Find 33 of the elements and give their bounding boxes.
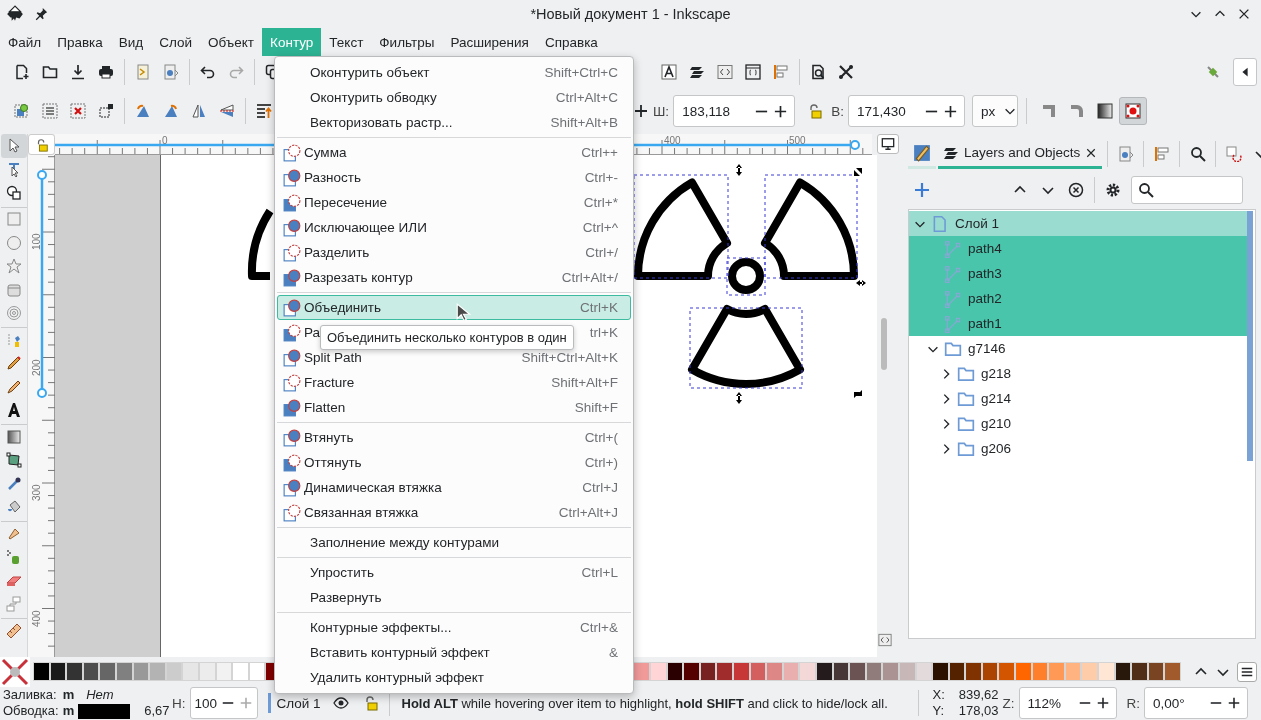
ruler-label: 400 (32, 610, 42, 627)
fill-marker: m (62, 687, 75, 703)
ruler-label: 500 (789, 136, 806, 146)
tree-item-label: path3 (968, 266, 1002, 281)
rotation-label: R: (1126, 695, 1141, 711)
tree-item-label: g214 (981, 391, 1012, 406)
opacity-label: Н: (172, 695, 186, 711)
tree-item-label: Слой 1 (955, 216, 1000, 231)
y-value: 178,03 (958, 703, 999, 719)
window-title: *Новый документ 1 - Inkscape (530, 6, 731, 22)
tree-item-label: g7146 (968, 341, 1006, 356)
tree-item-label: path2 (968, 291, 1002, 306)
ruler-label: 200 (32, 359, 42, 376)
ruler-label: 100 (32, 233, 42, 250)
tree-item-label: path4 (968, 241, 1002, 256)
status-message: Hold ALT while hovering over item to highlight, hold SHIFT and click to hide/lock all. (401, 695, 889, 711)
stroke-marker: m (62, 703, 75, 719)
stroke-label: Обводка: (3, 703, 59, 719)
tree-item-label: g210 (981, 416, 1012, 431)
tree-item-label: g218 (981, 366, 1012, 381)
tooltip: Объединить несколько контуров в один (320, 325, 574, 350)
ruler-label: 400 (664, 136, 681, 146)
ruler-label: 300 (32, 484, 42, 501)
x-value: 839,62 (958, 687, 999, 703)
ruler-label: 0 (162, 136, 168, 146)
tree-item-label: path1 (968, 316, 1002, 331)
width-label: Ш: (653, 103, 670, 119)
tree-item-label: g206 (981, 441, 1012, 456)
height-label: В: (831, 103, 844, 119)
zoom-label: Z: (1002, 695, 1015, 711)
y-label: Y: (932, 703, 945, 719)
x-label: X: (932, 687, 945, 703)
fill-label: Заливка: (3, 687, 58, 703)
